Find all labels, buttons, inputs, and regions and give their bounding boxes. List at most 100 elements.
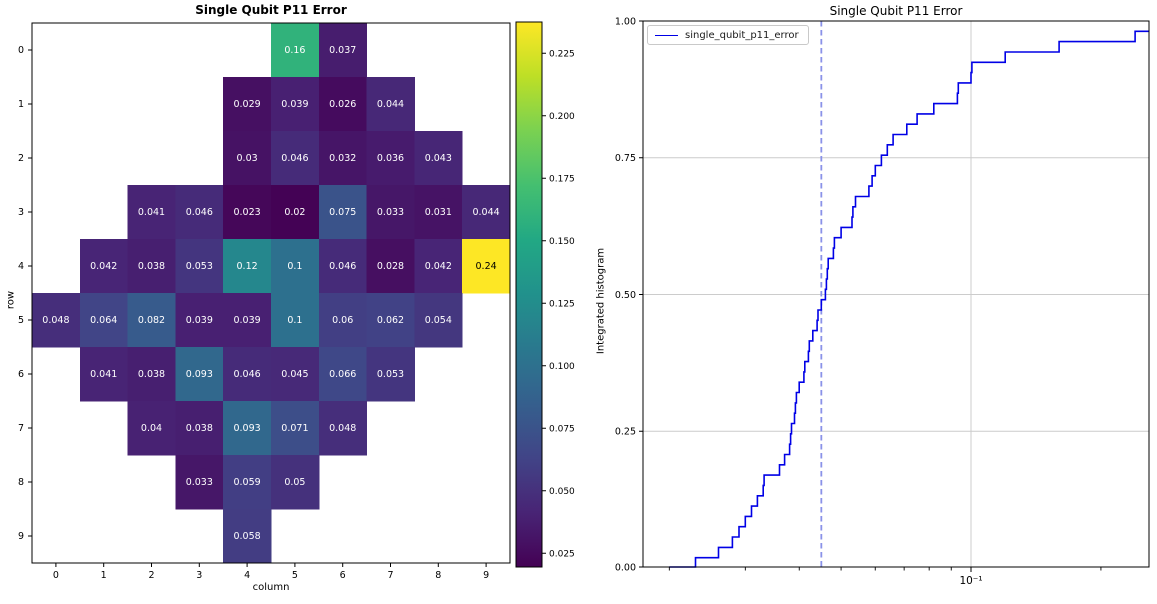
heatmap-cell-label: 0.03 [237, 153, 258, 164]
heatmap-cell-label: 0.023 [233, 207, 260, 218]
heatmap-cell-label: 0.093 [233, 423, 260, 434]
y-tick-label: 9 [18, 531, 24, 542]
heatmap-cell-label: 0.062 [377, 315, 404, 326]
heatmap-cell-label: 0.046 [233, 369, 260, 380]
heatmap-cell-label: 0.042 [425, 261, 452, 272]
heatmap-cell-label: 0.02 [284, 207, 305, 218]
x-tick-label: 1 [101, 570, 107, 581]
heatmap-cell-label: 0.033 [186, 477, 213, 488]
y-tick-label: 0.25 [615, 427, 636, 438]
colorbar-tick-label: 0.050 [549, 487, 575, 497]
heatmap-cell-label: 0.044 [377, 99, 404, 110]
heatmap-cell-label: 0.075 [329, 207, 356, 218]
heatmap-cell-label: 0.039 [281, 99, 308, 110]
y-tick-label: 0.00 [615, 562, 636, 573]
legend: single_qubit_p11_error [647, 25, 809, 45]
y-tick-label: 0 [18, 45, 24, 56]
colorbar-tick-label: 0.025 [549, 549, 575, 559]
heatmap-cell-label: 0.093 [186, 369, 213, 380]
heatmap-cell-label: 0.1 [287, 261, 302, 272]
x-tick-label: 6 [340, 570, 346, 581]
heatmap-xlabel: column [32, 582, 510, 593]
y-tick-label: 2 [18, 153, 24, 164]
heatmap-cell-label: 0.064 [90, 315, 117, 326]
cdf-curve [669, 31, 1149, 567]
heatmap-cell-label: 0.1 [287, 315, 302, 326]
colorbar-tick-label: 0.225 [549, 49, 575, 59]
heatmap-cell-label: 0.066 [329, 369, 356, 380]
heatmap-title: Single Qubit P11 Error [32, 3, 510, 17]
colorbar-gradient [516, 22, 542, 567]
heatmap-cell-label: 0.046 [281, 153, 308, 164]
heatmap-cell-label: 0.039 [186, 315, 213, 326]
legend-line-swatch [655, 35, 678, 36]
heatmap-cell-label: 0.04 [141, 423, 162, 434]
colorbar-tick-label: 0.125 [549, 299, 575, 309]
heatmap-cell-label: 0.026 [329, 99, 356, 110]
heatmap-cell-label: 0.046 [329, 261, 356, 272]
y-tick-label: 0.50 [615, 290, 636, 301]
heatmap-cell-label: 0.16 [284, 45, 305, 56]
y-tick-label: 5 [18, 315, 24, 326]
y-tick-label: 3 [18, 207, 24, 218]
colorbar-tick-label: 0.175 [549, 174, 575, 184]
heatmap-cell-label: 0.031 [425, 207, 452, 218]
heatmap-cell-label: 0.041 [90, 369, 117, 380]
x-tick-label: 9 [483, 570, 489, 581]
y-tick-label: 4 [18, 261, 24, 272]
colorbar-tick-label: 0.075 [549, 424, 575, 434]
heatmap-cell-label: 0.071 [281, 423, 308, 434]
heatmap-cell-label: 0.082 [138, 315, 165, 326]
heatmap-cell-label: 0.046 [186, 207, 213, 218]
heatmap-cell-label: 0.037 [329, 45, 356, 56]
y-tick-label: 0.75 [615, 153, 636, 164]
heatmap-cell-label: 0.053 [186, 261, 213, 272]
heatmap-cell-label: 0.042 [90, 261, 117, 272]
colorbar-tick-label: 0.100 [549, 362, 575, 372]
cdf-x-major-tick-label: 10⁻¹ [946, 575, 996, 587]
heatmap: 0.160.0370.0290.0390.0260.0440.030.0460.… [18, 23, 511, 581]
x-tick-label: 2 [148, 570, 154, 581]
x-tick-label: 3 [196, 570, 202, 581]
y-tick-label: 6 [18, 369, 24, 380]
heatmap-cell-label: 0.032 [329, 153, 356, 164]
heatmap-cell-label: 0.05 [284, 477, 305, 488]
heatmap-cell-label: 0.044 [472, 207, 499, 218]
colorbar-tick-label: 0.200 [549, 112, 575, 122]
heatmap-cell-label: 0.059 [233, 477, 260, 488]
y-tick-label: 1 [18, 99, 24, 110]
cdf-title: Single Qubit P11 Error [643, 4, 1149, 18]
heatmap-cell-label: 0.029 [233, 99, 260, 110]
x-tick-label: 4 [244, 570, 250, 581]
heatmap-cell-label: 0.038 [138, 369, 165, 380]
heatmap-cell-label: 0.053 [377, 369, 404, 380]
heatmap-cell-label: 0.24 [476, 261, 497, 272]
y-tick-label: 8 [18, 477, 24, 488]
y-tick-label: 1.00 [615, 16, 636, 27]
legend-label: single_qubit_p11_error [685, 30, 799, 41]
heatmap-cell-label: 0.038 [138, 261, 165, 272]
heatmap-cell-label: 0.028 [377, 261, 404, 272]
x-tick-label: 5 [292, 570, 298, 581]
colorbar-tick-label: 0.150 [549, 237, 575, 247]
heatmap-cell-label: 0.043 [425, 153, 452, 164]
y-tick-label: 7 [18, 423, 24, 434]
heatmap-cell-label: 0.038 [186, 423, 213, 434]
heatmap-cell-label: 0.054 [425, 315, 452, 326]
cdf-plot: 0.00 0.25 0.50 0.75 1.00 [615, 16, 1149, 573]
heatmap-cell-label: 0.041 [138, 207, 165, 218]
heatmap-cell-label: 0.045 [281, 369, 308, 380]
colorbar: 0.025 0.050 0.075 0.100 0.125 0.150 0.175 0.200… [516, 22, 575, 567]
x-tick-label: 7 [387, 570, 393, 581]
charts-canvas: 0.160.0370.0290.0390.0260.0440.030.0460.… [0, 0, 1157, 604]
x-tick-label: 8 [435, 570, 441, 581]
heatmap-cell-label: 0.06 [332, 315, 353, 326]
heatmap-cell-label: 0.058 [233, 531, 260, 542]
heatmap-cell-label: 0.033 [377, 207, 404, 218]
heatmap-cell-label: 0.039 [233, 315, 260, 326]
heatmap-cell-label: 0.036 [377, 153, 404, 164]
heatmap-cell-label: 0.048 [329, 423, 356, 434]
heatmap-cell-label: 0.12 [237, 261, 258, 272]
heatmap-cell-label: 0.048 [42, 315, 69, 326]
figure: 0.160.0370.0290.0390.0260.0440.030.0460.… [0, 0, 1157, 604]
